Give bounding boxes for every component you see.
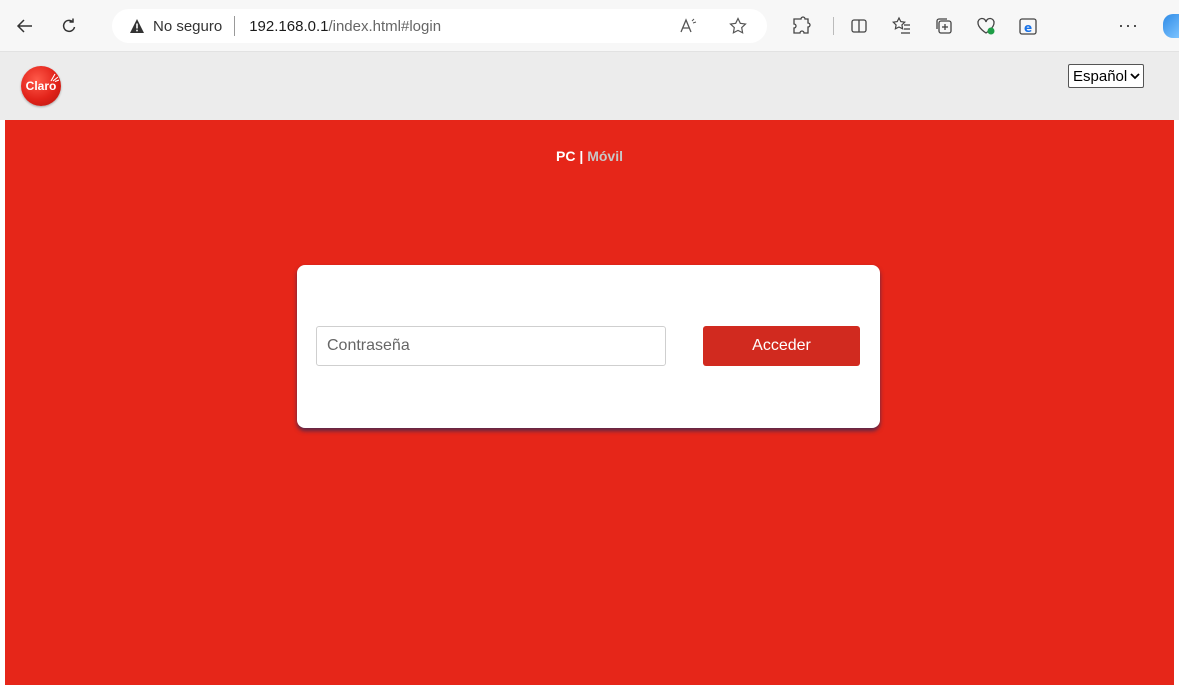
view-mode-switch: PC | Móvil: [5, 148, 1174, 164]
mode-separator: |: [579, 148, 584, 164]
read-aloud-icon[interactable]: [679, 17, 697, 35]
pc-mode-link[interactable]: PC: [556, 148, 575, 164]
password-input[interactable]: [316, 326, 666, 366]
toolbar-divider: [833, 17, 834, 35]
not-secure-label[interactable]: No seguro: [153, 18, 222, 35]
address-divider: [234, 16, 236, 36]
favorites-icon[interactable]: [892, 16, 912, 36]
mobile-mode-link[interactable]: Móvil: [587, 148, 623, 164]
logo-rays-icon: [50, 73, 59, 82]
refresh-icon[interactable]: [55, 12, 83, 40]
language-selected: Español: [1073, 67, 1128, 85]
copilot-icon[interactable]: [1163, 14, 1179, 38]
back-arrow-icon[interactable]: [11, 12, 39, 40]
svg-text:e: e: [1024, 21, 1032, 35]
more-options-icon[interactable]: ···: [1118, 15, 1139, 36]
chevron-down-icon: [1130, 73, 1140, 80]
address-bar[interactable]: No seguro 192.168.0.1/index.html#login: [112, 9, 767, 43]
browser-essentials-icon[interactable]: [976, 16, 996, 36]
url-host[interactable]: 192.168.0.1: [249, 18, 328, 35]
split-screen-icon[interactable]: [849, 16, 869, 36]
warning-icon[interactable]: [129, 18, 145, 34]
internet-explorer-mode-icon[interactable]: e: [1018, 16, 1038, 36]
login-card: Acceder: [297, 265, 880, 428]
claro-logo: Claro: [21, 66, 61, 106]
favorite-star-icon[interactable]: [729, 17, 747, 35]
login-button[interactable]: Acceder: [703, 326, 860, 366]
browser-toolbar: No seguro 192.168.0.1/index.html#login e…: [0, 0, 1179, 52]
url-path[interactable]: /index.html#login: [328, 18, 441, 35]
language-select[interactable]: Español: [1068, 64, 1145, 88]
extensions-icon[interactable]: [791, 16, 811, 36]
login-background: PC | Móvil Acceder: [5, 120, 1174, 685]
collections-icon[interactable]: [934, 16, 954, 36]
router-header: Claro Español: [0, 52, 1179, 120]
